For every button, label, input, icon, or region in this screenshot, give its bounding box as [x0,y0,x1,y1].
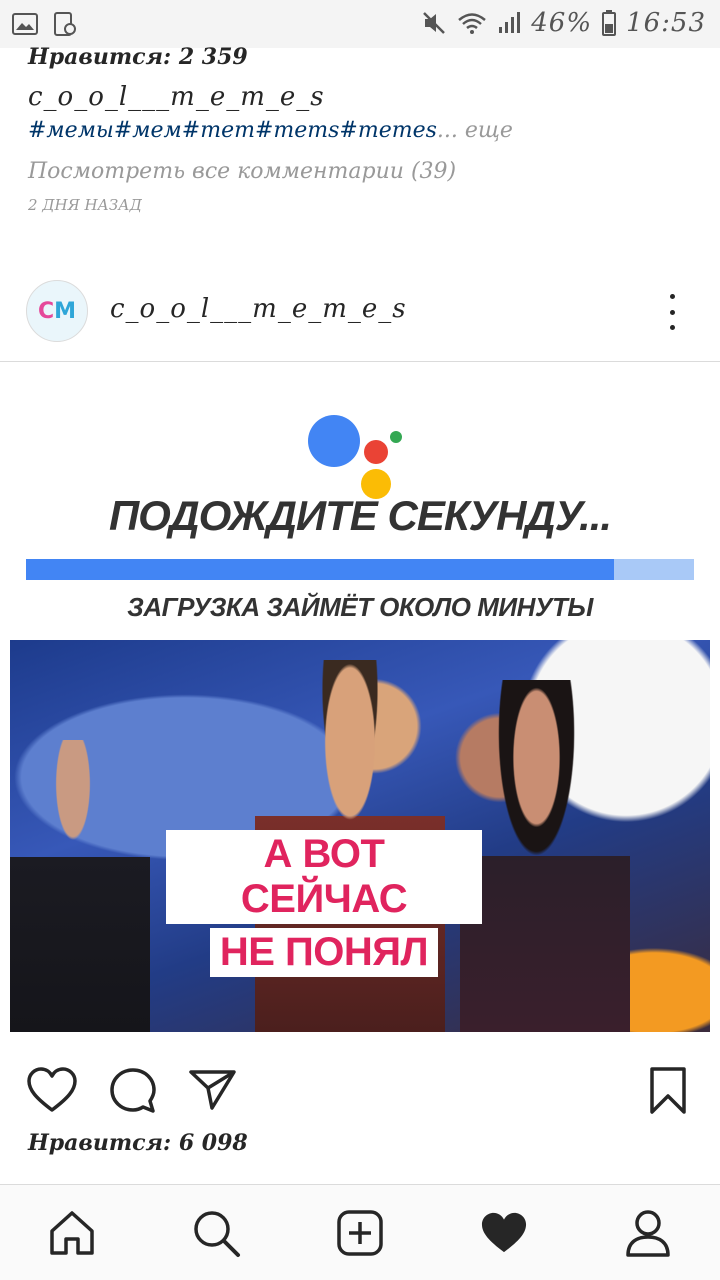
image-subline: ЗАГРУЗКА ЗАЙМЁТ ОКОЛО МИНУТЫ [127,592,593,622]
wifi-icon [458,13,487,34]
avatar-letter-c: C [37,298,55,324]
post-header: CM c_o_o_l___m_e_m_e_s [0,272,720,362]
avatar[interactable]: CM [26,280,88,342]
meme-caption-line-1: А ВОТ СЕЙЧАС [166,830,482,924]
meme-caption: А ВОТ СЕЙЧАС НЕ ПОНЯЛ [166,830,482,977]
post-username[interactable]: c_o_o_l___m_e_m_e_s [110,294,407,324]
nav-profile[interactable] [622,1207,674,1259]
post-timestamp: 2 ДНЯ НАЗАД [28,196,142,214]
comment-icon[interactable] [108,1066,158,1116]
nav-home[interactable] [46,1207,98,1259]
prev-caption-username[interactable]: c_o_o_l___m_e_m_e_s [28,82,708,112]
nav-search[interactable] [190,1207,242,1259]
meme-photo: А ВОТ СЕЙЧАС НЕ ПОНЯЛ [10,640,710,1032]
nav-add-post[interactable] [334,1207,386,1259]
home-icon [50,1211,94,1255]
gallery-icon [12,13,38,35]
likes-count[interactable]: Нравится: 6 098 [28,1130,248,1156]
prev-likes-count[interactable]: Нравится: 2 359 [28,44,708,70]
image-headline: ПОДОЖДИТЕ СЕКУНДУ... [108,492,612,539]
status-bar: 46% 16:53 [0,0,720,48]
more-link[interactable]: ... еще [437,118,513,143]
prev-hashtags: #мемы#мем#mem#mems#memes... еще [28,118,708,143]
meme-caption-line-2: НЕ ПОНЯЛ [209,928,439,977]
post-image[interactable]: ПОДОЖДИТЕ СЕКУНДУ... ЗАГРУЗКА ЗАЙМЁТ ОКО… [0,362,720,1052]
battery-percent: 46% [531,8,593,38]
clock: 16:53 [626,8,706,38]
view-comments-link[interactable]: Посмотреть все комментарии (39) [28,159,708,184]
activity-heart-icon [481,1212,527,1253]
mute-icon [423,12,446,34]
profile-icon [626,1210,670,1257]
hashtag-list[interactable]: #мемы#мем#mem#mems#memes [28,118,437,143]
add-post-icon [337,1210,383,1256]
screenshot-icon [54,12,76,36]
previous-post-footer: Нравится: 2 359 c_o_o_l___m_e_m_e_s #мем… [28,44,708,214]
post-action-bar [0,1058,720,1122]
loading-progress-bar [26,559,694,580]
battery-icon [602,10,617,36]
bottom-nav [0,1184,720,1280]
person-left [10,740,150,1032]
person-right [460,680,630,1032]
nav-activity[interactable] [478,1207,530,1259]
avatar-letter-m: M [54,298,77,324]
more-options-icon[interactable] [664,294,680,330]
google-assistant-icon [308,415,402,499]
bookmark-icon[interactable] [648,1066,688,1116]
search-icon [194,1211,240,1257]
heart-icon[interactable] [26,1066,78,1114]
progress-fill [26,559,614,580]
share-icon[interactable] [188,1066,238,1112]
signal-icon [499,12,521,33]
